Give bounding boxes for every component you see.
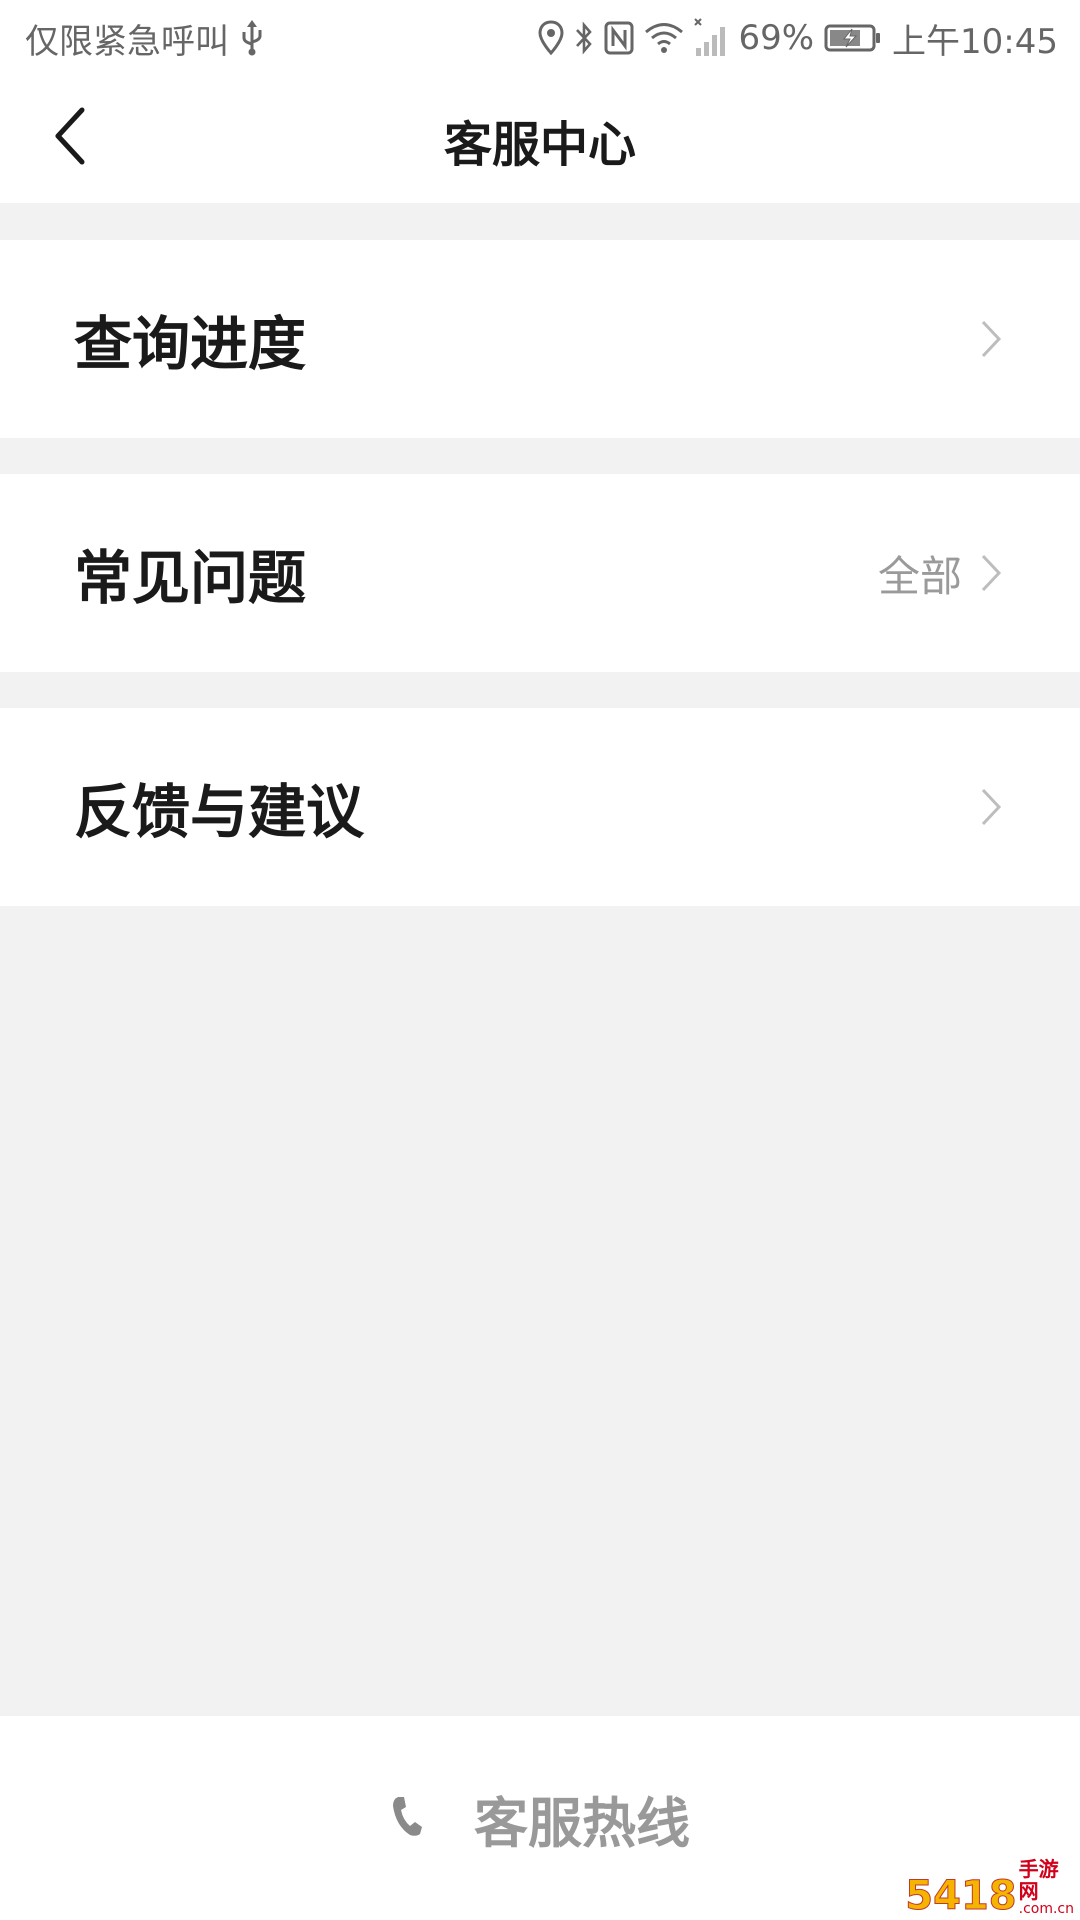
page-title: 客服中心 [443,116,636,173]
status-time: 上午10:45 [892,21,1058,62]
nfc-icon [604,21,634,55]
chevron-right-icon [980,553,1002,593]
status-right: 69% 上午10:45 [538,14,1058,62]
menu-item-label: 常见问题 [74,544,307,612]
battery-percent: 69% [738,18,815,58]
nav-bar: 客服中心 [0,76,1080,203]
menu-item-right: 全部 [878,474,1002,672]
faq-all-link[interactable]: 全部 [878,543,962,604]
menu-item-feedback[interactable]: 反馈与建议 [0,708,1080,906]
status-bar: 仅限紧急呼叫 69% 上午10:45 [0,0,1080,76]
menu-item-label: 查询进度 [74,310,307,378]
chevron-right-icon [980,787,1002,827]
watermark-side: 手游网 .com.cn [1019,1858,1074,1916]
menu-item-label: 反馈与建议 [74,778,365,846]
watermark-logo: 5418 手游网 .com.cn [905,1858,1080,1920]
bluetooth-icon [574,20,594,56]
phone-icon [390,1794,424,1842]
watermark-bottom: .com.cn [1018,1901,1074,1917]
watermark-top: 手游网 [1018,1857,1059,1903]
back-arrow-icon [50,106,90,170]
usb-icon [241,20,263,56]
status-left: 仅限紧急呼叫 [25,14,263,62]
carrier-text: 仅限紧急呼叫 [25,21,229,62]
back-button[interactable] [30,98,110,178]
signal-icon [694,18,728,58]
wifi-icon [644,21,684,55]
chevron-right-icon [980,319,1002,359]
watermark-main: 5418 [905,1873,1017,1919]
menu-item-right [980,240,1002,438]
menu-item-faq[interactable]: 常见问题 全部 [0,474,1080,672]
hotline-label: 客服热线 [474,1791,690,1855]
menu-item-right [980,708,1002,906]
menu-item-query-progress[interactable]: 查询进度 [0,240,1080,438]
battery-charging-icon [824,23,882,53]
location-icon [538,20,564,56]
